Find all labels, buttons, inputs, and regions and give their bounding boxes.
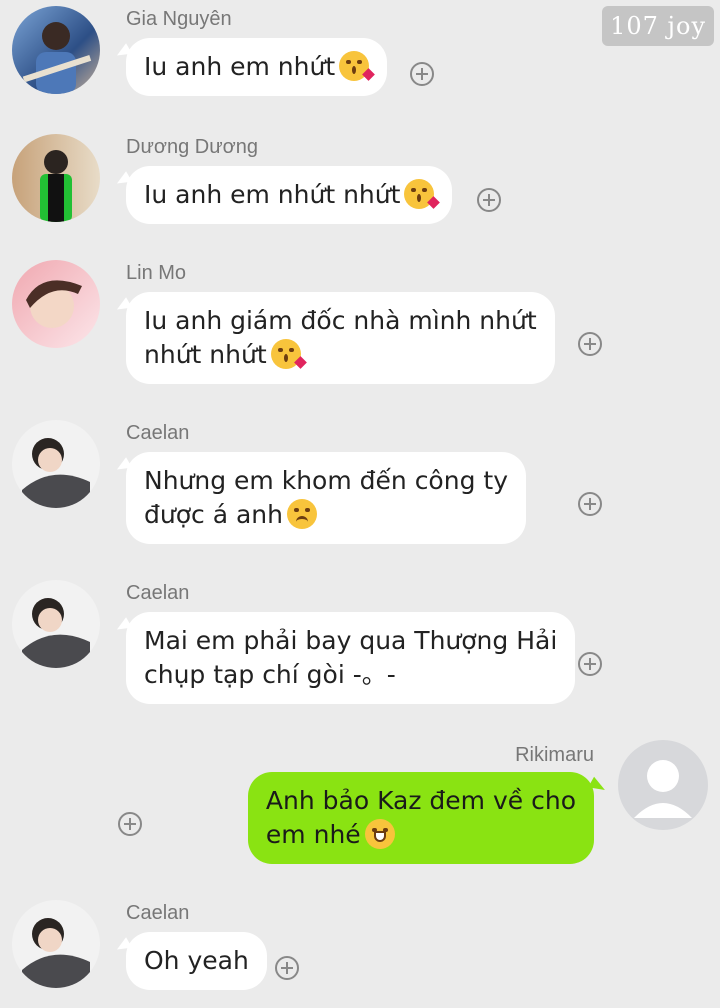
add-reaction-icon[interactable]	[578, 332, 602, 356]
avatar[interactable]	[12, 260, 100, 348]
avatar-photo	[22, 918, 90, 988]
sender-name: Caelan	[126, 582, 190, 604]
avatar-photo	[40, 150, 72, 222]
avatar-photo	[22, 22, 92, 94]
kissing-face-heart-icon	[339, 51, 376, 81]
message-bubble[interactable]: Oh yeah	[126, 932, 267, 990]
message-bubble[interactable]: Mai em phải bay qua Thượng Hải chụp tạp …	[126, 612, 576, 704]
message-bubble[interactable]: Iu anh giám đốc nhà mình nhứt nhứt nhứt	[126, 292, 555, 384]
kissing-face-heart-icon	[404, 179, 441, 209]
message-bubble[interactable]: Nhưng em khom đến công ty được á anh	[126, 452, 526, 544]
sender-name: Gia Nguyên	[126, 8, 232, 30]
add-reaction-icon[interactable]	[118, 812, 142, 836]
message-bubble[interactable]: Iu anh em nhứt	[126, 38, 388, 96]
sender-name: Caelan	[126, 902, 190, 924]
message-bubble[interactable]: Iu anh em nhứt nhứt	[126, 166, 453, 224]
sender-name: Caelan	[126, 422, 190, 444]
weary-face-icon	[286, 499, 317, 529]
add-reaction-icon[interactable]	[275, 956, 299, 980]
avatar[interactable]	[12, 420, 100, 508]
message-text: Iu anh em nhứt nhứt	[144, 180, 401, 209]
add-reaction-icon[interactable]	[410, 62, 434, 86]
avatar[interactable]	[618, 740, 708, 830]
add-reaction-icon[interactable]	[578, 492, 602, 516]
add-reaction-icon[interactable]	[477, 188, 501, 212]
avatar-photo	[22, 438, 90, 508]
kissing-face-heart-icon	[270, 339, 307, 369]
message-bubble[interactable]: Anh bảo Kaz đem về cho em nhé	[247, 772, 594, 864]
avatar[interactable]	[12, 580, 100, 668]
avatar-photo	[22, 598, 90, 668]
message-text: Iu anh giám đốc nhà mình nhứt nhứt nhứt	[144, 306, 537, 369]
add-reaction-icon[interactable]	[578, 652, 602, 676]
message-text: Iu anh em nhứt	[144, 52, 336, 81]
avatar[interactable]	[12, 900, 100, 988]
default-user-icon	[634, 760, 692, 818]
watermark: 107 joy	[602, 6, 714, 46]
message-text: Oh yeah	[144, 946, 249, 975]
sender-name: Lin Mo	[126, 262, 187, 284]
sender-name: Dương Dương	[126, 136, 258, 158]
message-text: Anh bảo Kaz đem về cho em nhé	[265, 786, 576, 849]
avatar[interactable]	[12, 6, 100, 94]
message-text: Nhưng em khom đến công ty được á anh	[144, 466, 508, 529]
grinning-face-icon	[364, 819, 395, 849]
message-text: Mai em phải bay qua Thượng Hải chụp tạp …	[144, 626, 558, 689]
sender-name: Rikimaru	[515, 744, 594, 766]
avatar[interactable]	[12, 134, 100, 222]
avatar-photo	[26, 280, 82, 328]
